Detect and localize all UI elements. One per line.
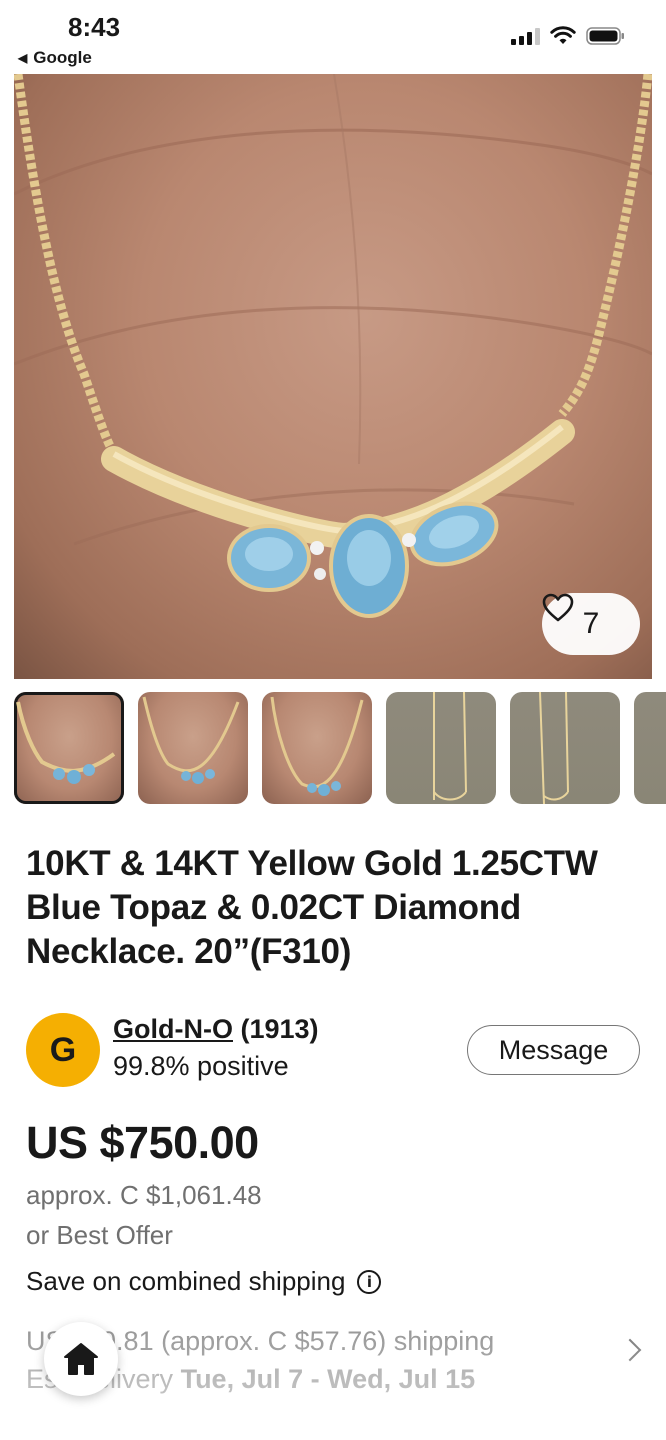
status-icons bbox=[511, 26, 626, 46]
thumbnail-4[interactable] bbox=[386, 692, 496, 804]
seller-positive-rating: 99.8% positive bbox=[113, 1051, 289, 1081]
listing-title: 10KT & 14KT Yellow Gold 1.25CTW Blue Top… bbox=[26, 844, 598, 971]
favorite-count: 7 bbox=[582, 607, 600, 640]
seller-info: Gold-N-O (1913) bbox=[113, 1014, 319, 1045]
home-icon bbox=[64, 1343, 98, 1375]
battery-icon bbox=[586, 27, 624, 45]
thumbnail-1[interactable] bbox=[14, 692, 124, 804]
favorite-button[interactable]: 7 bbox=[542, 593, 640, 655]
chevron-right-icon[interactable] bbox=[618, 1338, 642, 1362]
thumbnail-5[interactable] bbox=[510, 692, 620, 804]
status-bar: 8:43 ◀ Google bbox=[0, 0, 666, 74]
seller-avatar[interactable]: G bbox=[26, 1013, 100, 1087]
thumbnail-strip[interactable] bbox=[14, 692, 666, 804]
heart-outline-icon bbox=[542, 593, 574, 622]
combined-shipping-label: Save on combined shipping bbox=[26, 1266, 346, 1296]
seller-name-link[interactable]: Gold-N-O bbox=[113, 1014, 233, 1044]
combined-shipping[interactable]: Save on combined shipping i bbox=[26, 1266, 382, 1297]
wifi-icon bbox=[550, 26, 576, 44]
best-offer-label: or Best Offer bbox=[26, 1220, 173, 1250]
home-button[interactable] bbox=[44, 1322, 118, 1396]
thumbnail-6[interactable] bbox=[634, 692, 666, 804]
back-app-label: Google bbox=[33, 48, 92, 67]
thumbnail-2[interactable] bbox=[138, 692, 248, 804]
item-price: US $750.00 bbox=[26, 1117, 259, 1168]
back-triangle-icon: ◀ bbox=[18, 51, 28, 65]
message-seller-button[interactable]: Message bbox=[467, 1025, 640, 1075]
cellular-signal-icon bbox=[511, 27, 540, 45]
product-main-image[interactable]: 7 bbox=[14, 74, 652, 679]
seller-feedback-score: (1913) bbox=[240, 1014, 319, 1044]
approx-price: approx. C $1,061.48 bbox=[26, 1180, 262, 1210]
delivery-dates: Tue, Jul 7 - Wed, Jul 15 bbox=[180, 1364, 476, 1394]
info-icon[interactable]: i bbox=[357, 1269, 382, 1294]
necklace-illustration bbox=[14, 74, 652, 618]
status-time: 8:43 bbox=[68, 12, 121, 42]
thumbnail-3[interactable] bbox=[262, 692, 372, 804]
back-to-app-link[interactable]: ◀ Google bbox=[18, 48, 92, 68]
